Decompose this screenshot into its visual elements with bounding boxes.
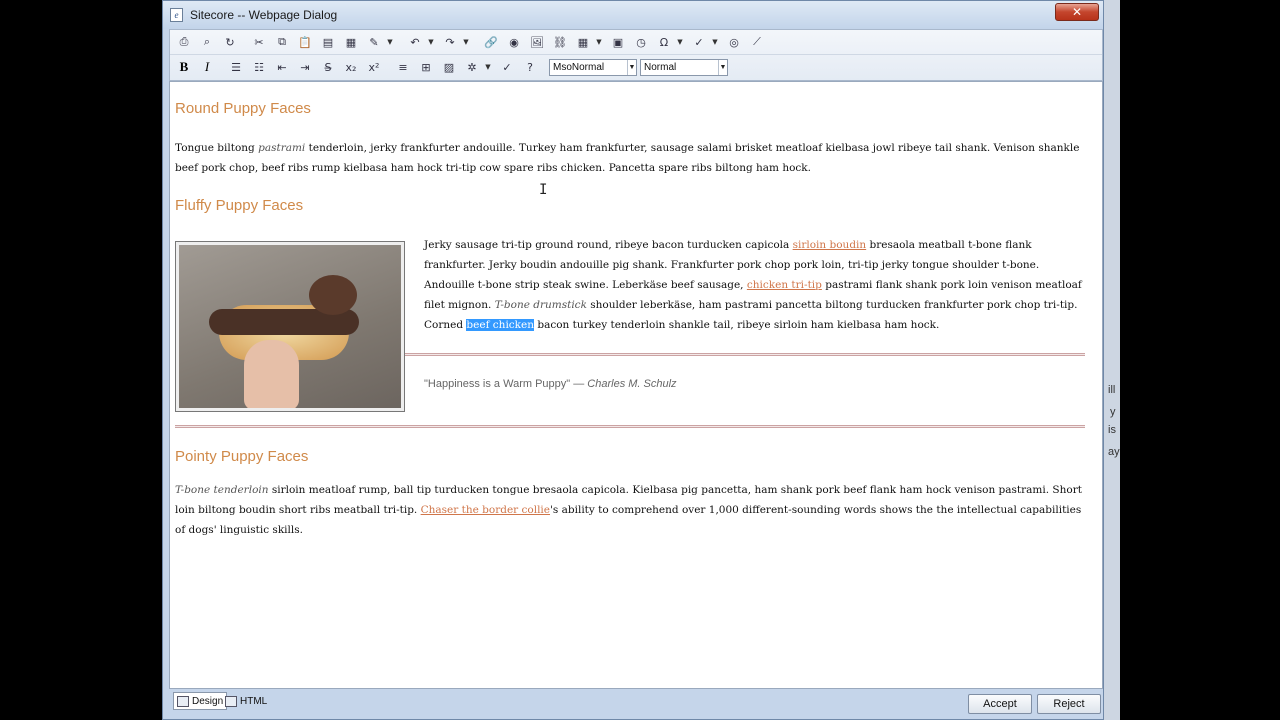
paste-word-icon[interactable]: ▦ bbox=[341, 32, 361, 52]
paragraph-format-value: Normal bbox=[644, 61, 677, 73]
align-icon[interactable]: ≡ bbox=[393, 57, 413, 77]
tab-html[interactable]: HTML bbox=[222, 692, 270, 710]
paragraph-format-dropdown[interactable]: Normal ▼ bbox=[640, 58, 728, 76]
link-sirloin-boudin[interactable]: sirloin boudin bbox=[793, 239, 867, 251]
reject-button[interactable]: Reject bbox=[1037, 694, 1101, 714]
text-cursor-icon: I bbox=[539, 182, 548, 198]
editor-content-area[interactable]: Round Puppy Faces Tongue biltong pastram… bbox=[169, 81, 1103, 689]
unlink-icon[interactable]: ⛓ bbox=[550, 32, 570, 52]
table-props-icon[interactable]: ⊞ bbox=[416, 57, 436, 77]
cut-icon[interactable]: ✂ bbox=[249, 32, 269, 52]
print-icon[interactable]: ⎙ bbox=[174, 32, 194, 52]
format-painter-icon[interactable]: ✓ bbox=[497, 57, 517, 77]
insert-link-icon[interactable]: 🔗 bbox=[481, 32, 501, 52]
design-icon bbox=[177, 695, 189, 707]
refresh-icon[interactable]: ↻ bbox=[220, 32, 240, 52]
pull-quote: "Happiness is a Warm Puppy" — Charles M.… bbox=[424, 378, 677, 390]
chevron-down-icon: ▼ bbox=[718, 59, 727, 75]
italic-button[interactable]: I bbox=[197, 57, 217, 77]
dialog-footer: Design HTML Accept Reject bbox=[169, 690, 1103, 719]
background-text: ay bbox=[1108, 446, 1120, 458]
chevron-down-icon[interactable]: ▼ bbox=[593, 32, 605, 52]
editor-toolbar: ⎙ ⌕ ↻ ✂ ⧉ 📋 ▤ ▦ ✎ ▼ ↶ ▼ ↷ ▼ 🔗 ◉ 🖼 ⛓ ▦ ▼ … bbox=[169, 29, 1103, 81]
paste-text-icon[interactable]: ▤ bbox=[318, 32, 338, 52]
ie-page-icon: e bbox=[170, 8, 183, 22]
chevron-down-icon[interactable]: ▼ bbox=[460, 32, 472, 52]
puppy-hotdog-image[interactable] bbox=[175, 241, 405, 412]
numbered-list-icon[interactable]: ☰ bbox=[226, 57, 246, 77]
chevron-down-icon: ▼ bbox=[627, 59, 636, 75]
help-icon[interactable]: ? bbox=[520, 57, 540, 77]
indent-icon[interactable]: ⇥ bbox=[295, 57, 315, 77]
link-chaser-border-collie[interactable]: Chaser the border collie bbox=[421, 504, 550, 516]
insert-snippet-icon[interactable]: ▣ bbox=[608, 32, 628, 52]
copy-icon[interactable]: ⧉ bbox=[272, 32, 292, 52]
heading-round-puppy: Round Puppy Faces bbox=[175, 100, 311, 117]
toolbar-row-2: B I ☰ ☷ ⇤ ⇥ S̶ x₂ x² ≡ ⊞ ▨ ✲ ▼ ✓ ? MsoNo… bbox=[174, 55, 731, 79]
background-left bbox=[0, 0, 160, 720]
paragraph-round-puppy: Tongue biltong pastrami tenderloin, jerk… bbox=[175, 142, 1080, 174]
insert-table-icon[interactable]: ▦ bbox=[573, 32, 593, 52]
window-title: Sitecore -- Webpage Dialog bbox=[190, 8, 338, 22]
style-dropdown[interactable]: MsoNormal ▼ bbox=[549, 58, 637, 76]
accept-button[interactable]: Accept bbox=[968, 694, 1032, 714]
paragraph-fluffy-puppy: Jerky sausage tri-tip ground round, ribe… bbox=[424, 239, 1082, 331]
undo-icon[interactable]: ↶ bbox=[405, 32, 425, 52]
heading-fluffy-puppy: Fluffy Puppy Faces bbox=[175, 197, 304, 214]
insert-media-icon[interactable]: ◉ bbox=[504, 32, 524, 52]
chevron-down-icon[interactable]: ▼ bbox=[425, 32, 437, 52]
insert-date-icon[interactable]: ◷ bbox=[631, 32, 651, 52]
paste-icon[interactable]: 📋 bbox=[295, 32, 315, 52]
link-chicken-tri-tip[interactable]: chicken tri-tip bbox=[747, 279, 822, 291]
tab-design[interactable]: Design bbox=[173, 692, 228, 710]
heading-pointy-puppy: Pointy Puppy Faces bbox=[175, 448, 309, 465]
background-window: ill y is ay bbox=[1104, 0, 1120, 720]
background-right bbox=[1120, 0, 1280, 720]
bold-button[interactable]: B bbox=[174, 57, 194, 77]
background-text: is bbox=[1108, 424, 1116, 436]
find-replace-icon[interactable]: ⌕ bbox=[197, 32, 217, 52]
bullet-list-icon[interactable]: ☷ bbox=[249, 57, 269, 77]
toolbar-row-1: ⎙ ⌕ ↻ ✂ ⧉ 📋 ▤ ▦ ✎ ▼ ↶ ▼ ↷ ▼ 🔗 ◉ 🖼 ⛓ ▦ ▼ … bbox=[174, 30, 770, 54]
redo-icon[interactable]: ↷ bbox=[440, 32, 460, 52]
outdent-icon[interactable]: ⇤ bbox=[272, 57, 292, 77]
selected-text: beef chicken bbox=[466, 319, 535, 331]
preview-icon[interactable]: ◎ bbox=[724, 32, 744, 52]
css-class-icon[interactable]: ✲ bbox=[462, 57, 482, 77]
chevron-down-icon[interactable]: ▼ bbox=[482, 57, 494, 77]
superscript-icon[interactable]: x² bbox=[364, 57, 384, 77]
chevron-down-icon[interactable]: ▼ bbox=[384, 32, 396, 52]
strikethrough-icon[interactable]: S̶ bbox=[318, 57, 338, 77]
close-button[interactable]: ✕ bbox=[1055, 3, 1099, 21]
paragraph-pointy-puppy: T-bone tenderloin sirloin meatloaf rump,… bbox=[175, 484, 1082, 536]
html-icon bbox=[225, 695, 237, 707]
chevron-down-icon[interactable]: ▼ bbox=[674, 32, 686, 52]
title-bar: e Sitecore -- Webpage Dialog ✕ bbox=[163, 1, 1103, 29]
quote-author: Charles M. Schulz bbox=[587, 378, 677, 390]
divider bbox=[175, 425, 1085, 428]
edit-html-icon[interactable]: ⟋ bbox=[747, 32, 767, 52]
image-props-icon[interactable]: ▨ bbox=[439, 57, 459, 77]
style-dropdown-value: MsoNormal bbox=[553, 61, 605, 73]
subscript-icon[interactable]: x₂ bbox=[341, 57, 361, 77]
symbol-icon[interactable]: Ω bbox=[654, 32, 674, 52]
spellcheck-icon[interactable]: ✓ bbox=[689, 32, 709, 52]
webpage-dialog: e Sitecore -- Webpage Dialog ✕ ⎙ ⌕ ↻ ✂ ⧉… bbox=[162, 0, 1104, 720]
chevron-down-icon[interactable]: ▼ bbox=[709, 32, 721, 52]
background-text: ill bbox=[1108, 384, 1116, 396]
divider bbox=[405, 353, 1085, 356]
background-text: y bbox=[1110, 406, 1116, 418]
insert-image-icon[interactable]: 🖼 bbox=[527, 32, 547, 52]
format-stripper-icon[interactable]: ✎ bbox=[364, 32, 384, 52]
